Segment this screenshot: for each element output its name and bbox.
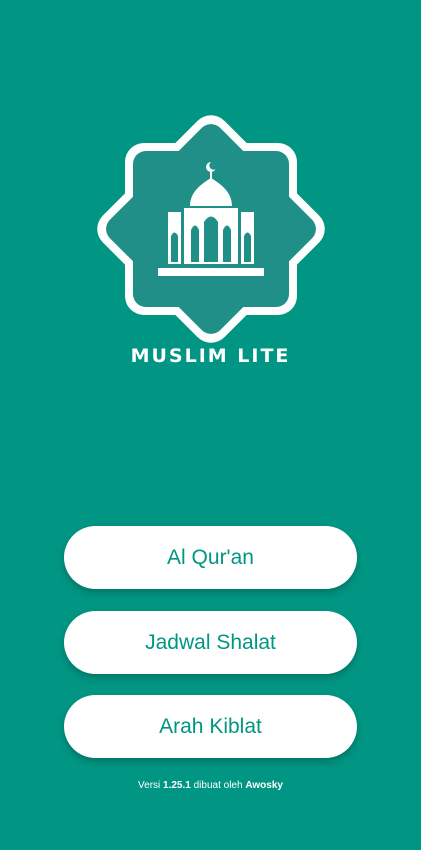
al-quran-button[interactable]: Al Qur'an [64, 526, 357, 589]
footer-prefix: Versi [138, 780, 161, 791]
app-title: MUSLIM LITE [130, 345, 291, 367]
app-logo [94, 112, 328, 346]
footer-middle: dibuat oleh [193, 780, 243, 791]
app-version: 1.25.1 [163, 780, 191, 791]
mosque-icon [97, 115, 325, 343]
splash-screen: MUSLIM LITE Al Qur'an Jadwal Shalat Arah… [0, 0, 421, 850]
version-footer: Versi 1.25.1 dibuat oleh Awosky [0, 778, 421, 794]
jadwal-shalat-button[interactable]: Jadwal Shalat [64, 611, 357, 674]
app-author: Awosky [245, 780, 283, 791]
arah-kiblat-button[interactable]: Arah Kiblat [64, 695, 357, 758]
